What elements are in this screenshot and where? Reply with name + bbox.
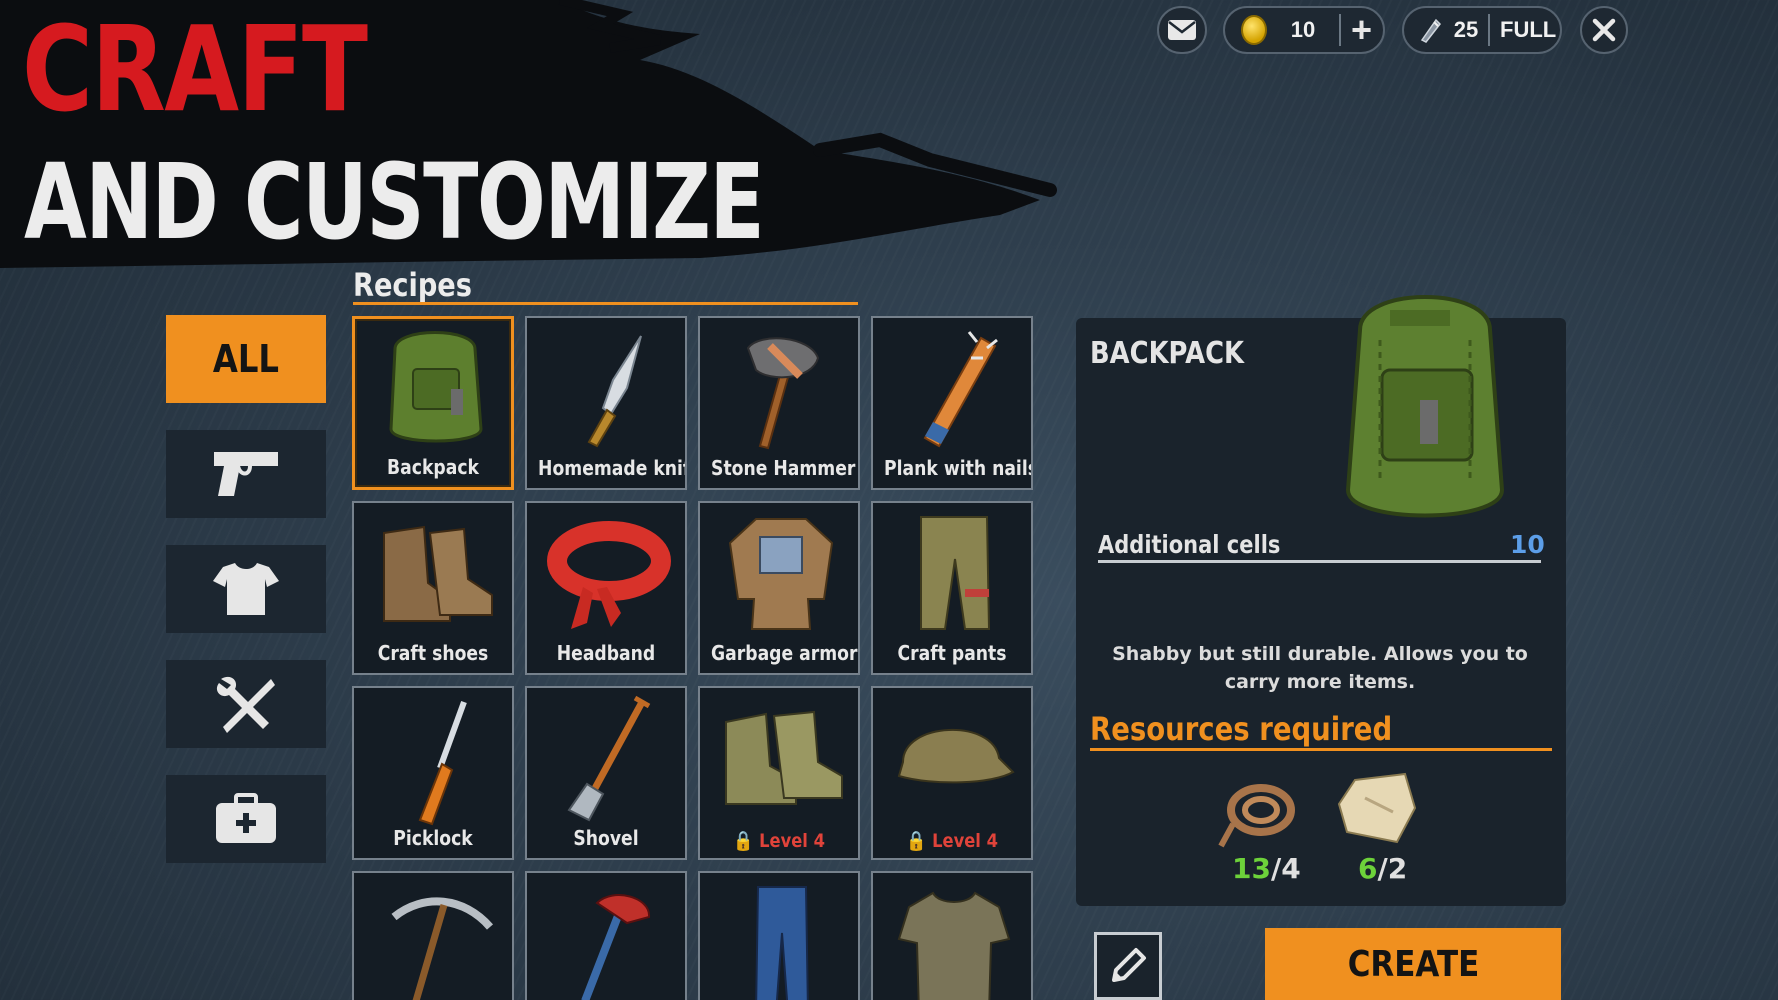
category-tab-label: ALL: [212, 337, 280, 381]
category-tab-tools[interactable]: [166, 660, 326, 748]
jeans-icon: [755, 886, 809, 1000]
recipe-label: Plank with nails: [884, 456, 1033, 480]
add-coins-button[interactable]: +: [1351, 12, 1372, 48]
recipe-card-homemade-knife[interactable]: Homemade knife: [525, 316, 687, 490]
rope-icon: [1218, 784, 1295, 848]
recipe-card-locked-cap[interactable]: 🔒 Level 4: [871, 686, 1033, 860]
close-icon: [1592, 18, 1616, 42]
hud-separator: [1488, 14, 1490, 46]
backpack-icon: [389, 331, 483, 443]
recipe-card-locked-boots[interactable]: 🔒 Level 4: [698, 686, 860, 860]
backpack-preview-icon: [1345, 295, 1505, 518]
recipe-card-shirt[interactable]: [871, 871, 1033, 1000]
cap-icon: [897, 729, 1015, 784]
resource-count: 6/2: [1358, 852, 1407, 885]
hammer-icon: [746, 337, 820, 450]
create-button-label: CREATE: [1347, 943, 1479, 985]
hud-separator: [1339, 14, 1341, 46]
recipe-card-stone-hammer[interactable]: Stone Hammer: [698, 316, 860, 490]
category-tab-clothing[interactable]: [166, 545, 326, 633]
picklock-icon: [418, 700, 467, 826]
promo-title-craft: CRAFT: [22, 0, 368, 138]
recipe-card-backpack[interactable]: Backpack: [352, 316, 514, 490]
recipe-grid: Backpack Homemade knife Stone Hammer Pla…: [352, 316, 1036, 1000]
recipe-card-headband[interactable]: Headband: [525, 501, 687, 675]
envelope-icon: [1168, 20, 1196, 40]
coins-counter: 10 +: [1223, 6, 1385, 54]
recipes-heading: Recipes: [353, 266, 472, 304]
recipe-label: Craft shoes: [377, 641, 489, 665]
axe-icon: [581, 894, 651, 1000]
recipe-label: Shovel: [573, 826, 639, 850]
recipe-card-shovel[interactable]: Shovel: [525, 686, 687, 860]
recipe-label: Picklock: [393, 826, 473, 850]
recipe-card-jeans[interactable]: [698, 871, 860, 1000]
recipe-card-axe[interactable]: [525, 871, 687, 1000]
resource-count: 13/4: [1232, 852, 1301, 885]
pickaxe-icon: [391, 897, 494, 1000]
lock-level-text: Level 4: [759, 830, 825, 852]
resources-heading: Resources required: [1090, 710, 1393, 748]
create-button[interactable]: CREATE: [1265, 928, 1561, 1000]
category-tab-medical[interactable]: [166, 775, 326, 863]
lock-icon: 🔒: [906, 830, 927, 852]
promo-banner: CRAFT AND CUSTOMIZE: [0, 0, 1060, 268]
level-lock-label: 🔒 Level 4: [884, 829, 1020, 852]
pencil-icon: [1112, 948, 1146, 982]
knife-icon: [587, 335, 642, 448]
stat-label: Additional cells: [1098, 530, 1281, 559]
tools-icon: [216, 676, 275, 733]
shovel-icon: [567, 695, 651, 822]
boots-icon: [725, 710, 843, 805]
energy-status: FULL: [1500, 17, 1557, 42]
recipe-label: Headband: [556, 641, 656, 665]
recipe-label: Stone Hammer: [711, 456, 856, 480]
resource-need: /2: [1377, 852, 1408, 885]
resource-have: 6: [1358, 852, 1378, 885]
recipe-label: Homemade knife: [538, 456, 687, 480]
coin-icon: [1241, 15, 1267, 45]
level-lock-label: 🔒 Level 4: [711, 829, 847, 852]
category-tab-weapons[interactable]: [166, 430, 326, 518]
close-button[interactable]: [1580, 6, 1628, 54]
cloth-icon: [1337, 772, 1417, 844]
recipe-card-pickaxe[interactable]: [352, 871, 514, 1000]
stat-underline: [1098, 560, 1541, 563]
detail-title: BACKPACK: [1090, 336, 1244, 371]
resource-have: 13: [1232, 852, 1271, 885]
energy-counter: 25 FULL: [1402, 6, 1562, 54]
resources-underline: [1090, 748, 1552, 751]
lock-icon: 🔒: [733, 830, 754, 852]
pants-icon: [920, 516, 991, 630]
recipe-card-craft-shoes[interactable]: Craft shoes: [352, 501, 514, 675]
shirt-icon: [897, 891, 1011, 1000]
medkit-icon: [216, 793, 276, 843]
stat-value: 10: [1510, 530, 1545, 559]
energy-icon: [1420, 18, 1441, 43]
armor-icon: [728, 518, 834, 630]
recipe-card-plank-with-nails[interactable]: Plank with nails: [871, 316, 1033, 490]
energy-value: 25: [1453, 17, 1479, 42]
promo-title-customize: AND CUSTOMIZE: [24, 141, 765, 263]
recipe-label: Backpack: [387, 455, 479, 479]
recipe-label: Garbage armor: [711, 641, 858, 665]
recipe-label: Craft pants: [897, 641, 1007, 665]
shoes-icon: [383, 525, 493, 622]
tshirt-icon: [213, 563, 279, 615]
headband-icon: [547, 521, 671, 629]
recipe-card-garbage-armor[interactable]: Garbage armor: [698, 501, 860, 675]
recipes-underline: [353, 302, 858, 305]
recipe-card-picklock[interactable]: Picklock: [352, 686, 514, 860]
item-description: Shabby but still durable. Allows you to …: [1112, 643, 1528, 693]
customize-button[interactable]: [1094, 932, 1162, 1000]
plank-icon: [923, 331, 998, 448]
resource-need: /4: [1270, 852, 1301, 885]
recipe-card-craft-pants[interactable]: Craft pants: [871, 501, 1033, 675]
category-tab-all[interactable]: ALL: [166, 315, 326, 403]
pistol-icon: [214, 452, 278, 496]
mail-button[interactable]: [1157, 6, 1207, 54]
coins-value: 10: [1290, 17, 1316, 42]
lock-level-text: Level 4: [932, 830, 998, 852]
